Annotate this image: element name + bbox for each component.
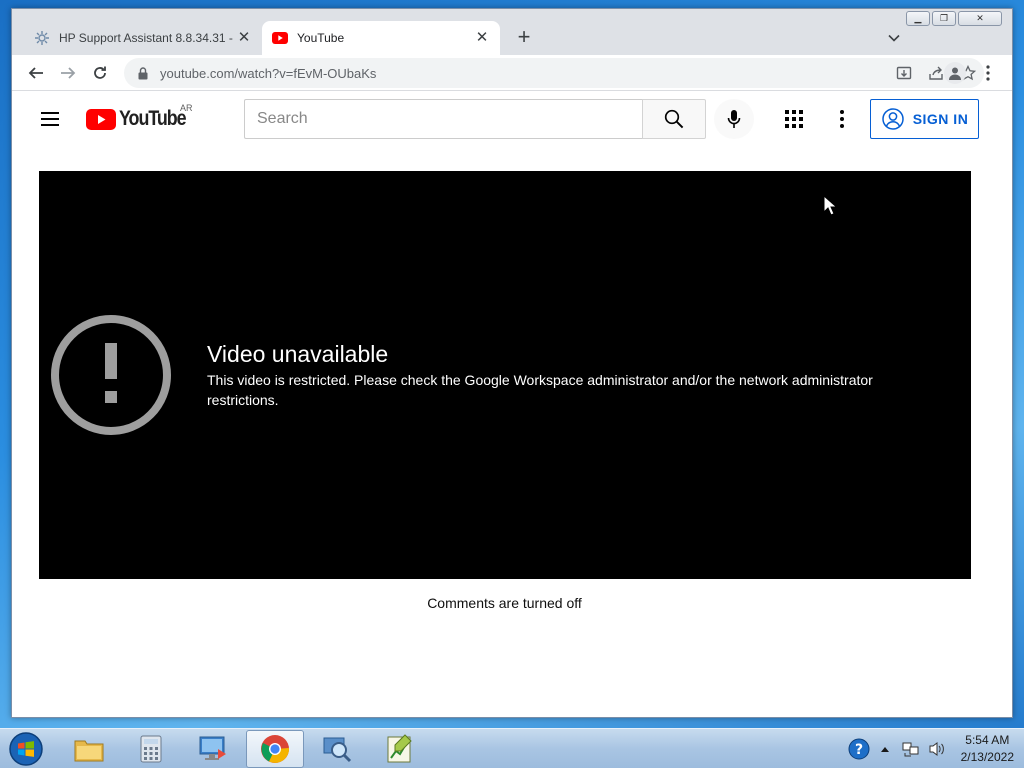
youtube-page: YouTube AR SIGN IN: [12, 91, 1012, 717]
voice-search-button[interactable]: [714, 99, 754, 139]
alert-exclamation-icon: [51, 315, 171, 435]
search-field[interactable]: [244, 99, 642, 139]
taskbar-notepad-chart[interactable]: [370, 730, 428, 768]
taskbar-chrome[interactable]: [246, 730, 304, 768]
window-controls: ▁ ❐ ✕: [906, 11, 1002, 26]
apps-grid-icon[interactable]: [782, 107, 806, 131]
address-bar[interactable]: youtube.com/watch?v=fEvM-OUbaKs: [124, 58, 984, 88]
browser-window: HP Support Assistant 8.8.34.31 - ✕ YouTu…: [11, 8, 1013, 718]
settings-menu-icon[interactable]: [830, 107, 854, 131]
sign-in-label: SIGN IN: [912, 111, 969, 127]
windows-taskbar: ? 5:54 AM 2/13/2022: [0, 728, 1024, 768]
clock-date: 2/13/2022: [960, 750, 1014, 764]
help-icon[interactable]: ?: [847, 737, 871, 761]
lock-icon: [136, 66, 150, 80]
tab-youtube[interactable]: YouTube ✕: [262, 21, 500, 55]
remote-desktop-icon: [199, 736, 226, 760]
forward-button[interactable]: [56, 61, 80, 85]
search-button[interactable]: [642, 99, 706, 139]
url-text: youtube.com/watch?v=fEvM-OUbaKs: [160, 65, 377, 81]
youtube-wordmark: YouTube: [119, 107, 187, 130]
reload-button[interactable]: [88, 61, 112, 85]
browser-menu-icon[interactable]: [978, 61, 998, 85]
country-code: AR: [180, 103, 193, 113]
windows-start-icon: [9, 732, 43, 766]
restore-button[interactable]: ❐: [932, 11, 956, 26]
svg-text:?: ?: [855, 742, 863, 758]
back-arrow-icon: [28, 67, 43, 79]
close-icon[interactable]: ✕: [236, 30, 252, 46]
reload-icon: [94, 66, 106, 79]
page-scrollbar[interactable]: [997, 91, 1012, 717]
forward-arrow-icon: [61, 67, 76, 79]
volume-icon[interactable]: [925, 737, 949, 761]
sign-in-button[interactable]: SIGN IN: [870, 99, 979, 139]
close-icon[interactable]: ✕: [474, 30, 490, 46]
taskbar-explorer[interactable]: [60, 730, 118, 768]
mouse-pointer-icon: [823, 195, 837, 216]
hamburger-menu-icon[interactable]: [38, 107, 62, 131]
youtube-masthead: YouTube AR SIGN IN: [12, 91, 997, 147]
tab-strip: HP Support Assistant 8.8.34.31 - ✕ YouTu…: [12, 9, 1012, 55]
search-input[interactable]: [257, 110, 642, 128]
tab-title: HP Support Assistant 8.8.34.31 -: [59, 31, 233, 45]
notepad-chart-icon: [387, 734, 412, 763]
search-icon: [664, 109, 684, 129]
tab-hp-support[interactable]: HP Support Assistant 8.8.34.31 - ✕: [24, 21, 262, 55]
back-button[interactable]: [24, 61, 48, 85]
tab-title: YouTube: [297, 31, 345, 45]
youtube-icon: [272, 30, 288, 46]
calculator-icon: [140, 735, 162, 763]
magnifier-icon: [323, 737, 352, 763]
profile-avatar-icon[interactable]: [944, 62, 966, 84]
microphone-icon: [727, 110, 741, 128]
start-button[interactable]: [6, 730, 46, 768]
close-window-button[interactable]: ✕: [958, 11, 1002, 26]
gear-icon: [34, 30, 50, 46]
chevron-down-icon[interactable]: [884, 28, 904, 48]
taskbar-remote-desktop[interactable]: [184, 730, 242, 768]
taskbar-calculator[interactable]: [122, 730, 180, 768]
user-circle-icon: [881, 107, 905, 131]
new-tab-button[interactable]: +: [512, 26, 536, 50]
youtube-logo[interactable]: YouTube AR: [86, 103, 197, 131]
clock-time: 5:54 AM: [965, 733, 1010, 747]
system-tray: ? 5:54 AM 2/13/2022: [845, 729, 1014, 768]
error-title: Video unavailable: [207, 341, 389, 367]
install-app-icon[interactable]: [888, 61, 920, 85]
show-hidden-icons-icon[interactable]: [873, 737, 897, 761]
video-player[interactable]: Video unavailable This video is restrict…: [39, 171, 971, 579]
windows-explorer-icon: [74, 740, 104, 762]
youtube-play-icon: [86, 108, 116, 130]
taskbar-magnifier[interactable]: [308, 730, 366, 768]
chrome-icon: [261, 735, 290, 763]
comments-status: Comments are turned off: [427, 595, 582, 611]
network-icon[interactable]: [899, 737, 923, 761]
taskbar-clock[interactable]: 5:54 AM 2/13/2022: [961, 732, 1014, 766]
error-message: This video is restricted. Please check t…: [207, 372, 873, 408]
minimize-button[interactable]: ▁: [906, 11, 930, 26]
browser-toolbar: youtube.com/watch?v=fEvM-OUbaKs: [12, 55, 1012, 91]
